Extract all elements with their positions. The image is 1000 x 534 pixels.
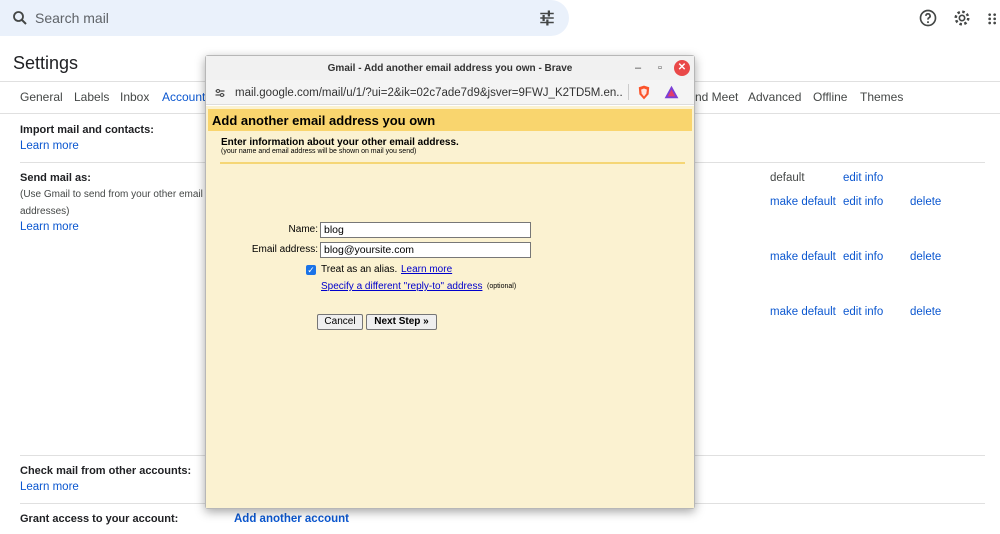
popup-header: Add another email address you own bbox=[208, 109, 692, 131]
add-another-account-link[interactable]: Add another account bbox=[234, 513, 349, 525]
intro-text: Enter information about your other email… bbox=[221, 137, 459, 148]
email-label: Email address: bbox=[251, 244, 318, 255]
name-field[interactable] bbox=[320, 222, 531, 238]
cancel-button[interactable]: Cancel bbox=[317, 314, 363, 330]
email-field[interactable] bbox=[320, 242, 531, 258]
grant-access-title: Grant access to your account: bbox=[20, 513, 179, 525]
divider bbox=[220, 162, 685, 164]
search-icon[interactable] bbox=[11, 9, 29, 27]
make-default-link[interactable]: make default bbox=[770, 306, 836, 318]
search-input[interactable]: Search mail bbox=[35, 10, 109, 26]
make-default-link[interactable]: make default bbox=[770, 251, 836, 263]
site-settings-icon[interactable] bbox=[214, 87, 226, 99]
popup-heading: Add another email address you own bbox=[212, 113, 436, 128]
optional-text: (optional) bbox=[487, 283, 517, 290]
settings-gear-icon[interactable] bbox=[952, 8, 972, 28]
url-text[interactable]: mail.google.com/mail/u/1/?ui=2&ik=02c7ad… bbox=[235, 87, 623, 99]
default-status: default bbox=[770, 172, 805, 184]
popup-window-title: Gmail - Add another email address you ow… bbox=[327, 63, 573, 74]
tab-labels[interactable]: Labels bbox=[74, 90, 109, 104]
edit-info-link[interactable]: edit info bbox=[843, 172, 883, 184]
reply-to-link[interactable]: Specify a different "reply-to" address bbox=[321, 281, 482, 292]
edit-info-link[interactable]: edit info bbox=[843, 306, 883, 318]
search-options-icon[interactable] bbox=[538, 9, 556, 27]
check-mail-learn-more-link[interactable]: Learn more bbox=[20, 481, 79, 493]
divider bbox=[628, 84, 629, 100]
add-email-popup-window: Gmail - Add another email address you ow… bbox=[205, 55, 695, 509]
tab-advanced[interactable]: Advanced bbox=[748, 90, 801, 104]
help-icon[interactable] bbox=[918, 8, 938, 28]
delete-link[interactable]: delete bbox=[910, 196, 941, 208]
name-label: Name: bbox=[288, 224, 318, 235]
delete-link[interactable]: delete bbox=[910, 306, 941, 318]
intro-small-text: (your name and email address will be sho… bbox=[221, 148, 417, 155]
tab-offline[interactable]: Offline bbox=[813, 90, 847, 104]
tab-chat-and-meet[interactable]: nd Meet bbox=[695, 90, 738, 104]
next-step-button[interactable]: Next Step » bbox=[366, 314, 437, 330]
popup-title-bar: Gmail - Add another email address you ow… bbox=[206, 56, 694, 80]
send-mail-learn-more-link[interactable]: Learn more bbox=[20, 221, 79, 233]
alias-learn-more-link[interactable]: Learn more bbox=[401, 264, 452, 275]
tab-accounts[interactable]: Accounts bbox=[162, 90, 211, 104]
minimize-icon[interactable]: – bbox=[630, 60, 646, 76]
edit-info-link[interactable]: edit info bbox=[843, 251, 883, 263]
top-bar: Search mail bbox=[0, 0, 1000, 44]
tab-inbox[interactable]: Inbox bbox=[120, 90, 149, 104]
tab-themes[interactable]: Themes bbox=[860, 90, 903, 104]
check-mail-title: Check mail from other accounts: bbox=[20, 465, 192, 477]
send-mail-title: Send mail as: bbox=[20, 172, 91, 184]
brave-shield-icon[interactable] bbox=[637, 85, 651, 100]
delete-link[interactable]: delete bbox=[910, 251, 941, 263]
popup-content: Add another email address you own Enter … bbox=[206, 106, 694, 508]
close-icon[interactable]: ✕ bbox=[674, 60, 690, 76]
alias-label: Treat as an alias. bbox=[321, 264, 398, 275]
send-mail-description: addresses) bbox=[20, 206, 70, 217]
search-bar[interactable]: Search mail bbox=[0, 0, 569, 36]
maximize-icon[interactable]: ▫ bbox=[652, 60, 668, 76]
apps-grid-icon[interactable] bbox=[986, 8, 1000, 28]
page-title: Settings bbox=[13, 53, 79, 73]
send-mail-description: (Use Gmail to send from your other email bbox=[20, 189, 203, 200]
address-bar[interactable]: mail.google.com/mail/u/1/?ui=2&ik=02c7ad… bbox=[206, 80, 694, 105]
edit-info-link[interactable]: edit info bbox=[843, 196, 883, 208]
make-default-link[interactable]: make default bbox=[770, 196, 836, 208]
import-title: Import mail and contacts: bbox=[20, 124, 154, 136]
import-learn-more-link[interactable]: Learn more bbox=[20, 140, 79, 152]
alias-checkbox[interactable]: ✓ bbox=[306, 265, 316, 275]
brave-rewards-icon[interactable] bbox=[664, 85, 679, 99]
tab-general[interactable]: General bbox=[20, 90, 63, 104]
